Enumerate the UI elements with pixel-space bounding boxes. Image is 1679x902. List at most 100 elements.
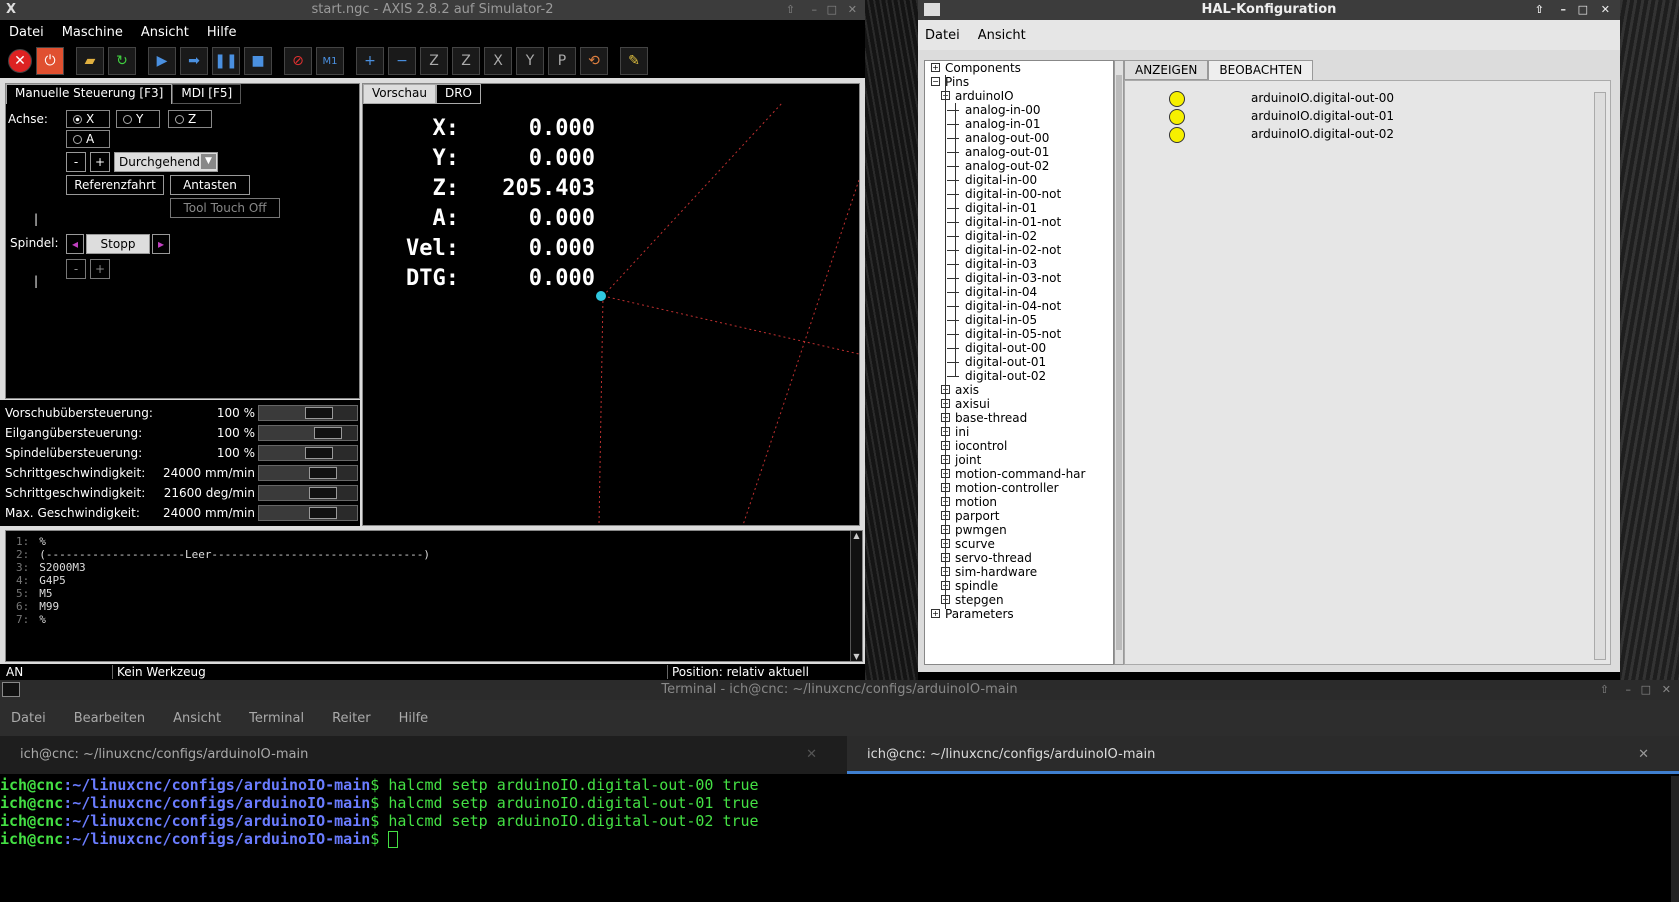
override-slider[interactable] — [258, 505, 358, 521]
tree-node[interactable]: parport — [955, 509, 1000, 523]
block-delete-icon[interactable]: ⊘ — [284, 47, 312, 75]
tab-close-icon[interactable]: ✕ — [1638, 736, 1649, 774]
scroll-up-icon[interactable]: ▲ — [851, 531, 862, 540]
estop-icon[interactable]: ✕ — [8, 49, 32, 73]
minimize-icon[interactable]: – — [1561, 0, 1567, 20]
menu-ansicht[interactable]: Ansicht — [975, 28, 1029, 43]
spindle-forward-button[interactable]: ▸ — [152, 234, 170, 254]
close-icon[interactable]: ✕ — [1662, 680, 1671, 700]
tab-manual[interactable]: Manuelle Steuerung [F3] — [6, 84, 173, 104]
watched-pin[interactable]: arduinoIO.digital-out-02 — [1251, 127, 1394, 141]
stop-icon[interactable]: ■ — [244, 47, 272, 75]
tree-node[interactable]: arduinoIO — [955, 89, 1014, 103]
watched-pin[interactable]: arduinoIO.digital-out-01 — [1251, 109, 1394, 123]
menu-datei[interactable]: Datei — [922, 28, 963, 43]
watch-scrollbar[interactable] — [1594, 92, 1606, 660]
tree-node[interactable]: axis — [955, 383, 979, 397]
tree-node[interactable]: scurve — [955, 537, 995, 551]
minimize-icon[interactable]: – — [812, 0, 818, 20]
rotate-icon[interactable]: ⟲ — [580, 47, 608, 75]
clear-plot-icon[interactable]: ✎ — [620, 47, 648, 75]
maximize-up-icon[interactable]: ⇧ — [786, 0, 795, 20]
axis-radio-a[interactable]: A — [66, 130, 110, 148]
watched-pin[interactable]: arduinoIO.digital-out-00 — [1251, 91, 1394, 105]
slider-knob[interactable] — [309, 507, 338, 519]
override-slider[interactable] — [258, 445, 358, 461]
override-slider[interactable] — [258, 485, 358, 501]
menu-terminal[interactable]: Terminal — [246, 711, 307, 726]
tree-node[interactable]: servo-thread — [955, 551, 1032, 565]
tree-node[interactable]: digital-out-01 — [965, 355, 1046, 369]
gcode-scrollbar[interactable]: ▲ ▼ — [850, 531, 862, 661]
expand-icon[interactable]: + — [931, 63, 940, 72]
view-x-icon[interactable]: X — [484, 47, 512, 75]
tree-node[interactable]: analog-out-02 — [965, 159, 1049, 173]
maximize-up-icon[interactable]: ⇧ — [1600, 680, 1609, 700]
tree-node[interactable]: digital-in-00-not — [965, 187, 1061, 201]
gcode-line[interactable]: 2: (---------------------Leer------------… — [16, 548, 430, 561]
hal-titlebar[interactable]: HAL-Konfiguration ⇧ – □ ✕ — [918, 0, 1620, 20]
reload-icon[interactable]: ↻ — [108, 47, 136, 75]
tree-node[interactable]: Components — [945, 61, 1021, 75]
tree-node[interactable]: digital-in-03 — [965, 257, 1037, 271]
minimize-icon[interactable]: – — [1626, 680, 1632, 700]
home-button[interactable]: Referenzfahrt — [66, 175, 164, 195]
close-icon[interactable]: ✕ — [1601, 0, 1610, 20]
gcode-line[interactable]: 5: M5 — [16, 587, 53, 600]
terminal-tab-1[interactable]: ich@cnc: ~/linuxcnc/configs/arduinoIO-ma… — [0, 736, 847, 774]
open-file-icon[interactable]: ▰ — [76, 47, 104, 75]
tree-node[interactable]: Pins — [945, 75, 969, 89]
tree-node[interactable]: motion-controller — [955, 481, 1059, 495]
tree-node[interactable]: digital-in-04 — [965, 285, 1037, 299]
step-icon[interactable]: ➡ — [180, 47, 208, 75]
view-y-icon[interactable]: Y — [516, 47, 544, 75]
tree-node[interactable]: motion — [955, 495, 997, 509]
tree-node[interactable]: digital-in-01-not — [965, 215, 1061, 229]
spindle-stop-button[interactable]: Stopp — [86, 234, 150, 254]
menu-ansicht[interactable]: Ansicht — [138, 25, 192, 40]
tree-node[interactable]: digital-in-04-not — [965, 299, 1061, 313]
close-icon[interactable]: ✕ — [848, 0, 857, 20]
override-slider[interactable] — [258, 465, 358, 481]
gcode-line[interactable]: 4: G4P5 — [16, 574, 66, 587]
menu-reiter[interactable]: Reiter — [329, 711, 374, 726]
zoom-in-icon[interactable]: + — [356, 47, 384, 75]
tree-node[interactable]: analog-in-00 — [965, 103, 1040, 117]
axis-titlebar[interactable]: X start.ngc - AXIS 2.8.2 auf Simulator-2… — [0, 0, 865, 20]
window-menu-icon[interactable] — [924, 3, 940, 16]
tree-node[interactable]: motion-command-har — [955, 467, 1085, 481]
tree-node[interactable]: stepgen — [955, 593, 1004, 607]
tree-node[interactable]: digital-in-03-not — [965, 271, 1061, 285]
slider-knob[interactable] — [314, 427, 343, 439]
collapse-icon[interactable]: − — [931, 77, 940, 86]
tool-touch-off-button[interactable]: Tool Touch Off — [170, 198, 280, 218]
gcode-line[interactable]: 1:% — [16, 535, 46, 548]
tree-node[interactable]: iocontrol — [955, 439, 1007, 453]
terminal-titlebar[interactable]: Terminal - ich@cnc: ~/linuxcnc/configs/a… — [0, 680, 1679, 700]
jog-plus-button[interactable]: + — [90, 152, 110, 172]
zoom-out-icon[interactable]: − — [388, 47, 416, 75]
tree-node[interactable]: joint — [955, 453, 981, 467]
tree-scrollbar[interactable] — [1114, 60, 1124, 665]
power-icon[interactable]: ⏻ — [36, 47, 64, 75]
maximize-up-icon[interactable]: ⇧ — [1535, 0, 1544, 20]
slider-knob[interactable] — [309, 487, 338, 499]
jog-minus-button[interactable]: - — [66, 152, 86, 172]
jog-mode-select[interactable]: Durchgehend ▼ — [114, 152, 218, 172]
axis-radio-x[interactable]: X — [66, 110, 110, 128]
gcode-line[interactable]: 6: M99 — [16, 600, 59, 613]
override-slider[interactable] — [258, 425, 358, 441]
pause-icon[interactable]: ❚❚ — [212, 47, 240, 75]
tab-close-icon[interactable]: ✕ — [806, 736, 817, 774]
tree-node[interactable]: analog-in-01 — [965, 117, 1040, 131]
spindle-slower-button[interactable]: - — [66, 259, 86, 279]
tab-watch[interactable]: BEOBACHTEN — [1208, 60, 1314, 80]
slider-knob[interactable] — [304, 407, 333, 419]
menu-datei[interactable]: Datei — [8, 711, 49, 726]
run-icon[interactable]: ▶ — [148, 47, 176, 75]
scroll-down-icon[interactable]: ▼ — [851, 652, 862, 661]
spindle-reverse-button[interactable]: ◂ — [66, 234, 84, 254]
tree-node[interactable]: digital-out-02 — [965, 369, 1046, 383]
terminal-cursor[interactable] — [388, 831, 399, 848]
tree-node[interactable]: analog-out-01 — [965, 145, 1049, 159]
